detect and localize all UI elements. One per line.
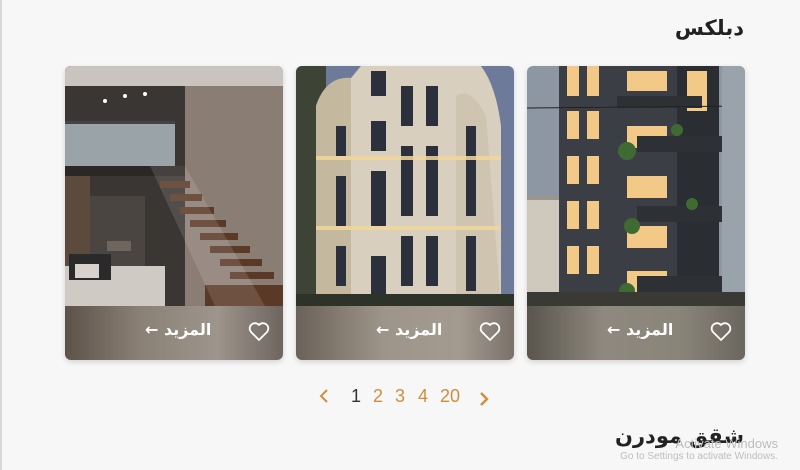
property-card-3[interactable]: المزيد ← [65, 66, 283, 360]
activate-windows-watermark: Activate Windows [675, 436, 778, 451]
activate-windows-subtext: Go to Settings to activate Windows. [620, 451, 778, 462]
page-link-1[interactable]: 1 [351, 386, 361, 407]
page-link-2[interactable]: 2 [373, 386, 383, 407]
property-card-2[interactable]: المزيد ← [296, 66, 514, 360]
page-link-3[interactable]: 3 [395, 386, 405, 407]
heart-icon[interactable] [478, 319, 502, 343]
property-card-1[interactable]: المزيد ← [527, 66, 745, 360]
more-link[interactable]: المزيد ← [376, 320, 442, 339]
page-left-border [0, 0, 2, 470]
modern-building-night-photo [527, 66, 745, 306]
duplex-interior-staircase-photo [65, 66, 283, 306]
page-link-4[interactable]: 4 [418, 386, 428, 407]
heart-icon[interactable] [709, 319, 733, 343]
heart-icon[interactable] [247, 319, 271, 343]
classic-building-night-photo [296, 66, 514, 306]
page-link-20[interactable]: 20 [440, 386, 460, 407]
more-link[interactable]: المزيد ← [607, 320, 673, 339]
chevron-right-icon[interactable] [478, 390, 490, 413]
more-link[interactable]: المزيد ← [145, 320, 211, 339]
chevron-left-icon[interactable] [318, 387, 330, 410]
section-title-duplex: دبلكس [674, 16, 744, 40]
